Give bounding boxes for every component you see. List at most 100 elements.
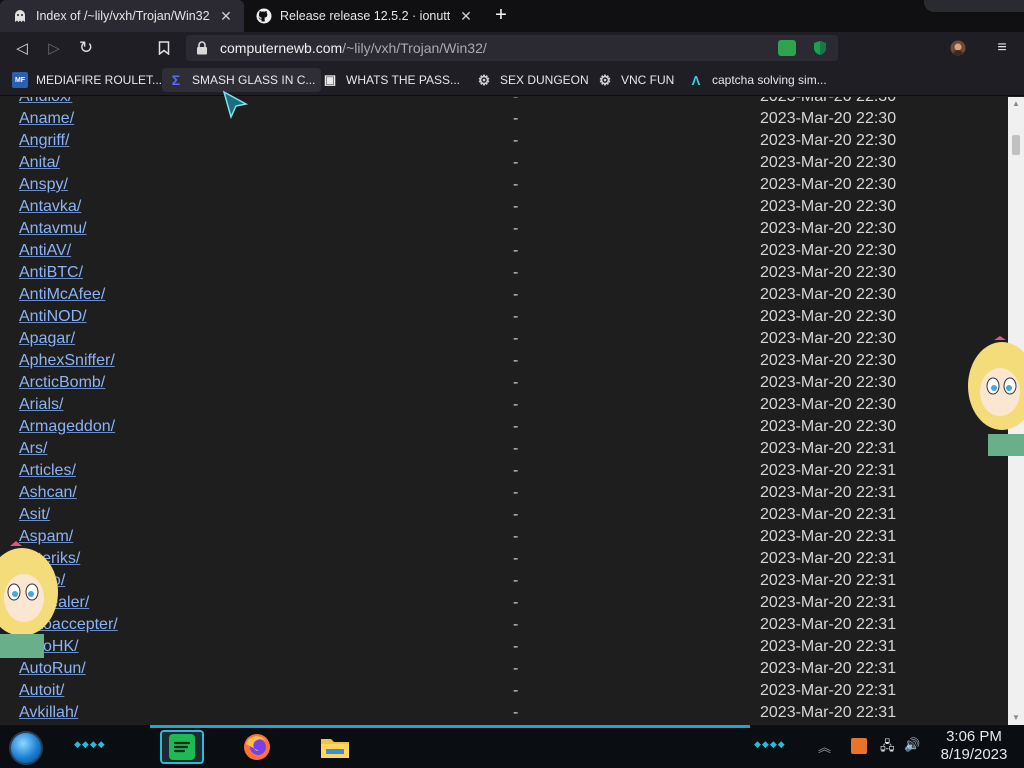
close-icon[interactable]: ✕ (458, 8, 474, 25)
size-cell: - (513, 308, 519, 325)
triangle-a-icon: Λ (691, 72, 701, 88)
listing-row: Aspam/-2023-Mar-20 22:31 (0, 526, 1000, 548)
forward-button[interactable]: ▷ (42, 36, 66, 60)
tab-github-release[interactable]: Release release 12.5.2 · ionuttbara/ ✕ (244, 0, 484, 32)
extension-green-icon[interactable] (778, 40, 796, 56)
directory-link[interactable]: Aname/ (19, 108, 74, 130)
date-cell: 2023-Mar-20 22:30 (760, 176, 897, 193)
start-button[interactable] (9, 731, 43, 765)
directory-link[interactable]: AntiBTC/ (19, 262, 83, 284)
listing-row: Armageddon/ - 2023-Mar-20 22:30 (0, 416, 1000, 438)
size-cell: - (513, 660, 519, 677)
scrollbar-thumb[interactable] (1012, 135, 1020, 155)
directory-link[interactable]: Ars/ (19, 438, 47, 460)
bookmark-mediafire[interactable]: MF MEDIAFIRE ROULET... (6, 68, 168, 92)
directory-link[interactable]: Ashcan/ (19, 482, 77, 504)
size-cell: - (513, 506, 519, 523)
reload-button[interactable]: ↻ (74, 36, 98, 60)
listing-row: AntiMcAfee/ - 2023-Mar-20 22:30 (0, 284, 1000, 306)
size-cell: - (513, 484, 519, 501)
taskbar-decoration: ◆◆◆◆ (754, 739, 786, 749)
date-cell: 2023-Mar-20 22:30 (760, 330, 897, 347)
directory-link[interactable]: AphexSniffer/ (19, 350, 115, 372)
back-button[interactable]: ◁ (10, 36, 34, 60)
directory-link[interactable]: Autoit/ (19, 680, 64, 702)
size-cell: - (513, 220, 519, 237)
office-icon[interactable] (851, 738, 867, 754)
listing-row: AntiNOD/ - 2023-Mar-20 22:30 (0, 306, 1000, 328)
system-clock[interactable]: 3:06 PM 8/19/2023 (934, 728, 1014, 764)
date-cell: 2023-Mar-20 22:31 (760, 440, 897, 457)
listing-row: Anita/ - 2023-Mar-20 22:30 (0, 152, 1000, 174)
date-cell: 2023-Mar-20 22:30 (760, 396, 897, 413)
directory-link[interactable]: Antavka/ (19, 196, 81, 218)
directory-link[interactable]: Arials/ (19, 394, 63, 416)
shield-icon[interactable] (812, 40, 828, 56)
listing-row: Ashcan/ - 2023-Mar-20 22:31 (0, 482, 1000, 504)
directory-link[interactable]: ArcticBomb/ (19, 372, 105, 394)
tab-title: Release release 12.5.2 · ionuttbara/ (280, 9, 450, 23)
listing-row: Autoaccepter/-2023-Mar-20 22:31 (0, 614, 1000, 636)
spotify-icon[interactable] (160, 730, 204, 764)
directory-link[interactable]: Andlox/ (19, 97, 72, 108)
size-cell: - (513, 682, 519, 699)
directory-link[interactable]: Avkillah/ (19, 702, 78, 724)
ghost-favicon-icon (12, 8, 28, 24)
network-icon[interactable]: 🖧 (880, 737, 895, 759)
directory-link[interactable]: AntiAV/ (19, 240, 71, 262)
listing-row: Asteriks/-2023-Mar-20 22:31 (0, 548, 1000, 570)
bookmark-captcha[interactable]: Λ captcha solving sim... (682, 68, 833, 92)
clock-time: 3:06 PM (946, 728, 1002, 745)
bookmark-star-button[interactable] (152, 36, 176, 60)
taskbar: ◆◆◆◆ ◆◆◆◆ ︽ 🖧 🔊 3:06 PM 8/19/2023 (0, 725, 1024, 768)
size-cell: - (513, 396, 519, 413)
date-cell: 2023-Mar-20 22:30 (760, 220, 897, 237)
bookmark-smash-glass[interactable]: Σ SMASH GLASS IN C... (162, 68, 322, 92)
directory-link[interactable]: Anita/ (19, 152, 60, 174)
scroll-down-arrow-icon[interactable]: ▼ (1008, 711, 1024, 725)
scroll-up-arrow-icon[interactable]: ▲ (1008, 97, 1024, 111)
listing-row: AtStealer/-2023-Mar-20 22:31 (0, 592, 1000, 614)
directory-link[interactable]: Antavmu/ (19, 218, 87, 240)
directory-link[interactable]: Anspy/ (19, 174, 68, 196)
listing-row: Anspy/ - 2023-Mar-20 22:30 (0, 174, 1000, 196)
bookmark-whats-the-pass[interactable]: ▣ WHATS THE PASS... (316, 68, 466, 92)
listing-row: Atodo/-2023-Mar-20 22:31 (0, 570, 1000, 592)
date-cell: 2023-Mar-20 22:31 (760, 682, 897, 699)
directory-link[interactable]: AntiMcAfee/ (19, 284, 105, 306)
address-bar[interactable]: computernewb.com/~lily/vxh/Trojan/Win32/ (186, 35, 838, 61)
bookmark-label: MEDIAFIRE ROULET... (36, 73, 163, 87)
size-cell: - (513, 704, 519, 721)
volume-icon[interactable]: 🔊 (904, 737, 920, 753)
directory-link[interactable]: Articles/ (19, 460, 76, 482)
profile-avatar[interactable] (946, 36, 970, 60)
size-cell: - (513, 242, 519, 259)
listing-row: AntiAV/ - 2023-Mar-20 22:30 (0, 240, 1000, 262)
directory-link[interactable]: Apagar/ (19, 328, 75, 350)
bookmarks-bar: MF MEDIAFIRE ROULET... Σ SMASH GLASS IN … (0, 64, 1024, 96)
gear-icon: ⚙ (598, 71, 612, 88)
taskbar-decoration: ◆◆◆◆ (74, 739, 106, 749)
file-explorer-icon[interactable] (318, 730, 352, 764)
menu-button[interactable]: ≡ (990, 36, 1014, 60)
directory-link[interactable]: Angriff/ (19, 130, 69, 152)
new-tab-button[interactable]: + (489, 4, 513, 28)
directory-link[interactable]: Armageddon/ (19, 416, 115, 438)
directory-link[interactable]: AutoRun/ (19, 658, 86, 680)
bookmark-label: VNC FUN (621, 73, 675, 87)
listing-row: Antavka/ - 2023-Mar-20 22:30 (0, 196, 1000, 218)
date-cell: 2023-Mar-20 22:31 (760, 550, 897, 567)
size-cell: - (513, 154, 519, 171)
bookmark-vnc-fun[interactable]: ⚙ VNC FUN (591, 68, 680, 92)
listing-row: Angriff/ - 2023-Mar-20 22:30 (0, 130, 1000, 152)
bookmark-sex-dungeon[interactable]: ⚙ SEX DUNGEON (470, 68, 595, 92)
directory-link[interactable]: AntiNOD/ (19, 306, 87, 328)
sigma-icon: Σ (171, 72, 181, 88)
size-cell: - (513, 132, 519, 149)
date-cell: 2023-Mar-20 22:31 (760, 616, 897, 633)
firefox-icon[interactable] (240, 730, 274, 764)
directory-link[interactable]: Asit/ (19, 504, 50, 526)
close-icon[interactable]: ✕ (218, 8, 234, 25)
show-hidden-icons-icon[interactable]: ︽ (818, 737, 831, 756)
tab-index-of[interactable]: Index of /~lily/vxh/Trojan/Win32/ ✕ (0, 0, 244, 32)
